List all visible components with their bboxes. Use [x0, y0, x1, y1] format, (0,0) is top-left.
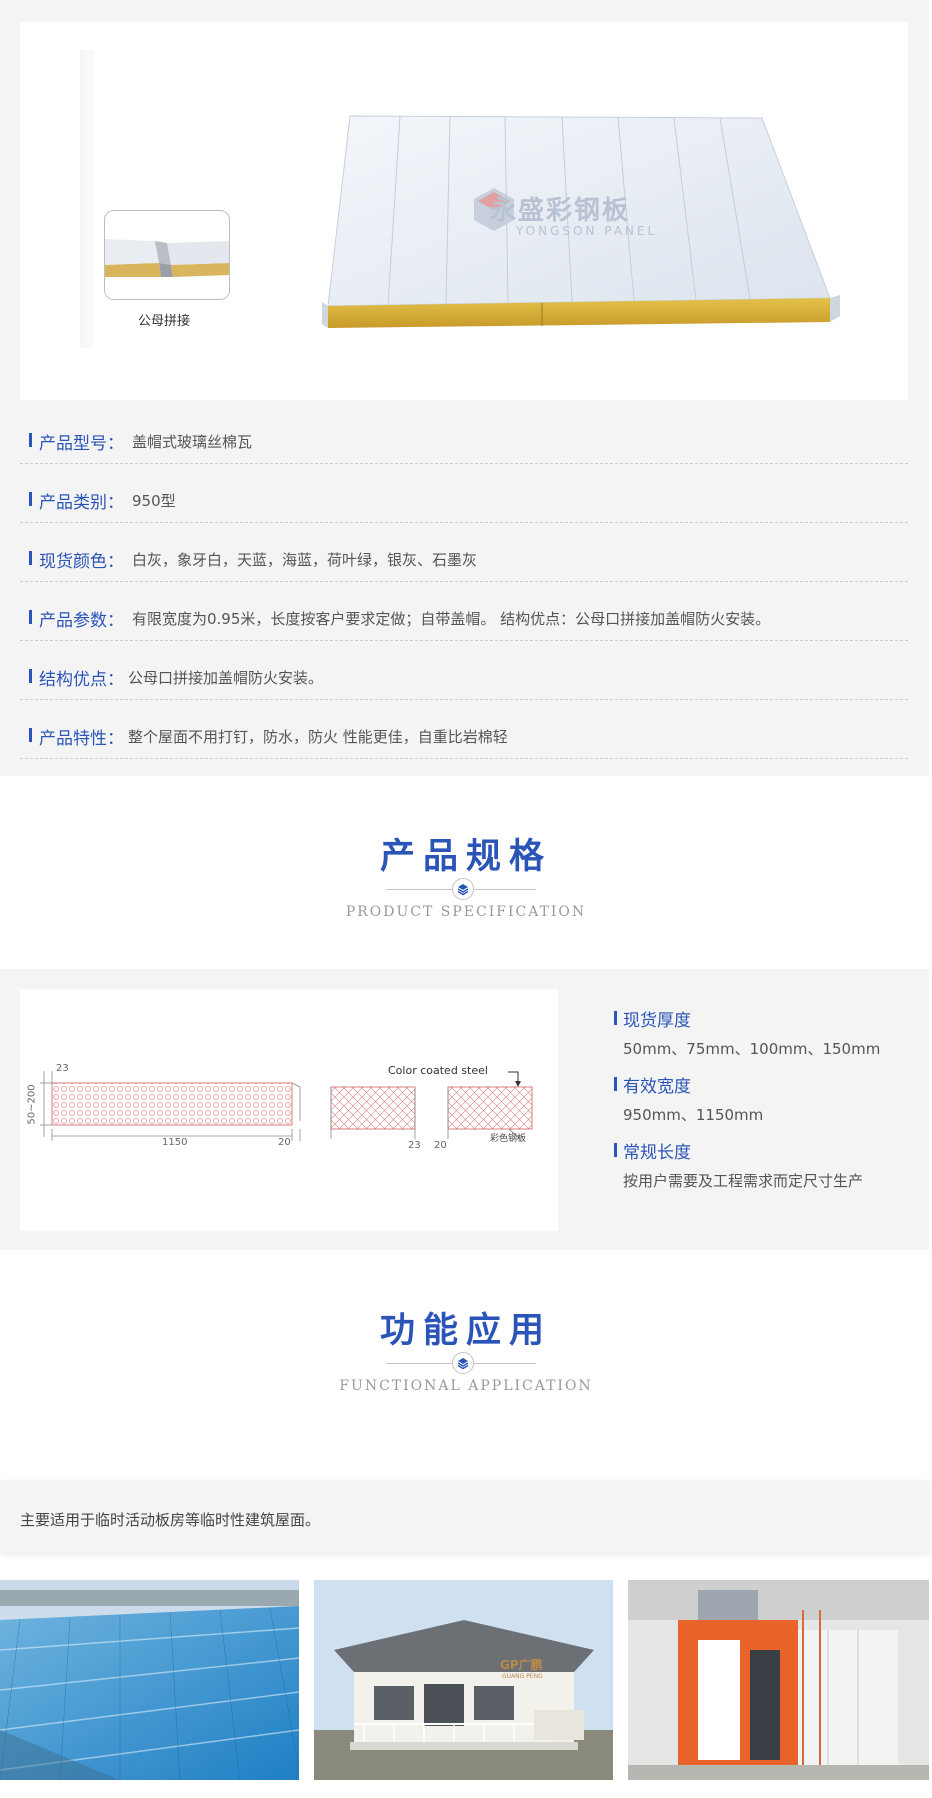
- accent-bar: [29, 669, 32, 683]
- product-image-box: 公母拼接 永盛彩钢板 YONGSON PANEL: [20, 22, 908, 400]
- thickness-label: 现货厚度: [623, 1011, 691, 1031]
- spec-label: 产品型号：: [39, 434, 124, 454]
- dim-label: 23: [408, 1140, 421, 1151]
- layers-icon: [452, 878, 474, 900]
- thickness-value: 50mm、75mm、100mm、150mm: [623, 1040, 881, 1058]
- accent-bar: [29, 492, 32, 506]
- photo-factory-roof: [0, 1580, 299, 1780]
- accent-bar: [29, 433, 32, 447]
- accent-bar: [29, 728, 32, 742]
- house-sign-en: GUANG PENG: [502, 1673, 543, 1680]
- accent-bar: [614, 1011, 617, 1025]
- spec-row-params: 产品参数： 有限宽度为0.95米，长度按客户要求定做；自带盖帽。 结构优点：公母…: [20, 581, 908, 641]
- spec-heading: 产品规格: [379, 837, 552, 877]
- spec-row-structure: 结构优点： 公母口拼接加盖帽防火安装。: [20, 640, 908, 700]
- application-heading-en: FUNCTIONAL APPLICATION: [339, 1378, 593, 1394]
- photo-spray-booth: [628, 1580, 929, 1780]
- specification-diagram: 23 50~200 1150 20 Color coated steel 23 …: [20, 989, 558, 1231]
- house-sign: GP广鹏: [500, 1658, 543, 1672]
- spec-value: 公母口拼接加盖帽防火安装。: [128, 669, 324, 687]
- spec-row-model: 产品型号： 盖帽式玻璃丝棉瓦: [20, 404, 908, 464]
- application-heading: 功能应用: [379, 1311, 552, 1351]
- dim-label: 23: [56, 1063, 69, 1074]
- watermark-text: 永盛彩钢板: [490, 196, 631, 226]
- dim-label: 1150: [162, 1137, 188, 1148]
- spec-row-colors: 现货颜色： 白灰，象牙白，天蓝，海蓝，荷叶绿，银灰、石墨灰: [20, 522, 908, 582]
- accent-bar: [614, 1143, 617, 1157]
- accent-bar: [614, 1077, 617, 1091]
- spec-row-features: 产品特性： 整个屋面不用打钉，防水，防火 性能更佳，自重比岩棉轻: [20, 699, 908, 759]
- width-value: 950mm、1150mm: [623, 1106, 764, 1124]
- application-text: 主要适用于临时活动板房等临时性建筑屋面。: [20, 1511, 321, 1529]
- diagram-label-cn: 彩色钢板: [490, 1134, 527, 1144]
- spec-value: 有限宽度为0.95米，长度按客户要求定做；自带盖帽。 结构优点：公母口拼接加盖帽…: [132, 610, 771, 628]
- diagram-label: Color coated steel: [388, 1064, 488, 1077]
- photo-prefab-house: GP广鹏 GUANG PENG: [314, 1580, 613, 1780]
- accent-bar: [29, 551, 32, 565]
- joint-caption: 公母拼接: [138, 314, 191, 329]
- length-value: 按用户需要及工程需求而定尺寸生产: [623, 1172, 864, 1190]
- spec-value: 盖帽式玻璃丝棉瓦: [132, 433, 253, 451]
- length-label: 常规长度: [623, 1143, 691, 1163]
- dim-label: 50~200: [26, 1084, 38, 1125]
- spec-row-category: 产品类别： 950型: [20, 463, 908, 523]
- spec-label: 结构优点：: [39, 670, 124, 690]
- spec-heading-en: PRODUCT SPECIFICATION: [345, 904, 587, 920]
- spec-label: 产品特性：: [39, 729, 124, 749]
- spec-value: 整个屋面不用打钉，防水，防火 性能更佳，自重比岩棉轻: [128, 728, 508, 746]
- spec-value: 白灰，象牙白，天蓝，海蓝，荷叶绿，银灰、石墨灰: [132, 551, 478, 569]
- dim-label: 20: [278, 1137, 291, 1148]
- joint-detail-image: [104, 210, 230, 300]
- layers-icon: [452, 1352, 474, 1374]
- accent-bar: [29, 610, 32, 624]
- spec-label: 现货颜色：: [39, 552, 124, 572]
- spec-label: 产品参数：: [39, 611, 124, 631]
- spec-value: 950型: [132, 492, 176, 510]
- decorative-strip: [80, 50, 94, 348]
- spec-label: 产品类别：: [39, 493, 124, 513]
- dim-label: 20: [434, 1140, 447, 1151]
- width-label: 有效宽度: [623, 1077, 691, 1097]
- watermark-text-en: YONGSON PANEL: [516, 224, 658, 238]
